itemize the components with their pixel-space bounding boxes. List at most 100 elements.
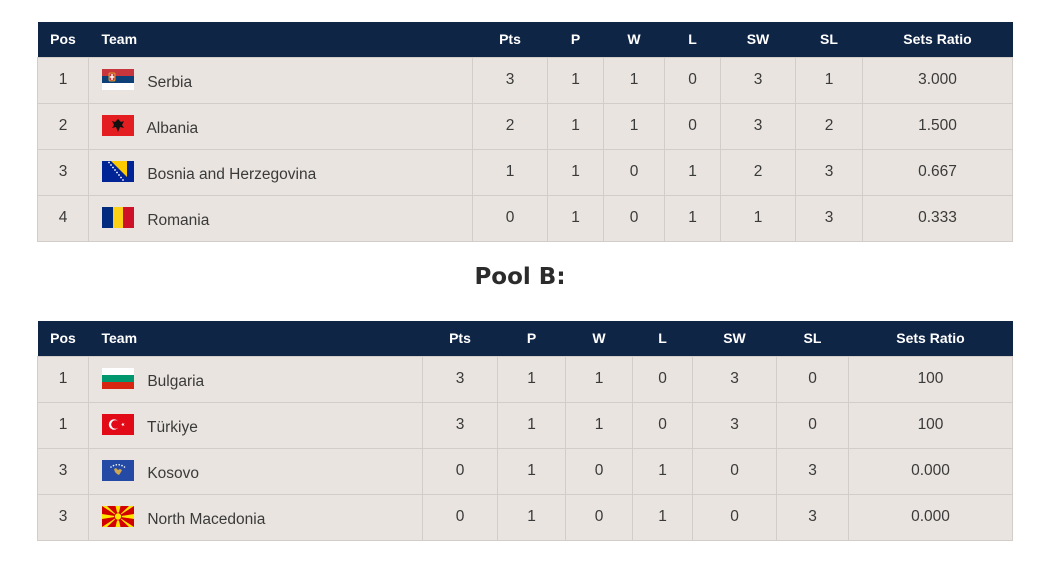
- pos-cell: 1: [37, 56, 89, 104]
- header-played: P: [526, 330, 537, 347]
- pool-a-standings-table: Pos Team Pts P W L SW SL Sets Ratio 1 Se…: [37, 22, 1013, 242]
- pos-cell: 3: [37, 148, 89, 196]
- team-cell: Bosnia and Herzegovina: [88, 148, 473, 196]
- header-sets-ratio: Sets Ratio: [896, 330, 965, 347]
- sets-won-cell: 3: [720, 102, 796, 150]
- sets-ratio-cell: 0.000: [848, 493, 1013, 541]
- lost-cell: 0: [664, 102, 721, 150]
- pool-b-standings-table: Pos Team Pts P W L SW SL Sets Ratio 1 Bu…: [37, 321, 1013, 541]
- pos-cell: 3: [37, 493, 89, 541]
- team-name: Romania: [147, 211, 210, 229]
- sets-ratio-cell: 100: [848, 355, 1013, 403]
- pos-cell: 1: [37, 401, 89, 449]
- won-cell: 0: [565, 493, 633, 541]
- table-row: 1 Türkiye 3 1 1 0 3 0 100: [37, 401, 1013, 449]
- played-cell: 1: [547, 102, 604, 150]
- lost-cell: 1: [632, 447, 693, 495]
- sets-ratio-cell: 3.000: [862, 56, 1013, 104]
- pos-cell: 4: [37, 194, 89, 242]
- sets-lost-cell: 2: [795, 102, 863, 150]
- bulgaria-flag-icon: [102, 367, 134, 389]
- header-sets-lost: SL: [820, 31, 838, 48]
- sets-won-cell: 1: [720, 194, 796, 242]
- team-name: Bulgaria: [147, 372, 205, 390]
- played-cell: 1: [547, 56, 604, 104]
- won-cell: 0: [565, 447, 633, 495]
- kosovo-flag-icon: [102, 459, 134, 481]
- table-header-row: Pos Team Pts P W L SW SL Sets Ratio: [37, 22, 1013, 57]
- played-cell: 1: [497, 355, 566, 403]
- serbia-flag-icon: [102, 68, 134, 90]
- pts-cell: 3: [422, 401, 498, 449]
- table-row: 1 Bulgaria 3 1 1 0 3 0 100: [37, 355, 1013, 403]
- table-row: 1 Serbia 3 1 1 0 3 1 3.000: [37, 56, 1013, 104]
- header-won: W: [627, 31, 641, 48]
- pts-cell: 3: [422, 355, 498, 403]
- sets-won-cell: 3: [692, 401, 777, 449]
- team-name: Türkiye: [147, 418, 198, 436]
- turkiye-flag-icon: [102, 413, 134, 435]
- sets-won-cell: 0: [692, 447, 777, 495]
- sets-ratio-cell: 0.667: [862, 148, 1013, 196]
- team-name: Kosovo: [147, 464, 200, 482]
- albania-flag-icon: [102, 114, 134, 136]
- team-cell: Romania: [88, 194, 473, 242]
- played-cell: 1: [547, 148, 604, 196]
- sets-won-cell: 3: [720, 56, 796, 104]
- header-sets-lost: SL: [803, 330, 822, 347]
- sets-won-cell: 2: [720, 148, 796, 196]
- header-won: W: [592, 330, 606, 347]
- header-team: Team: [101, 330, 138, 347]
- sets-won-cell: 0: [692, 493, 777, 541]
- sets-lost-cell: 1: [795, 56, 863, 104]
- team-cell: Bulgaria: [88, 355, 423, 403]
- lost-cell: 1: [632, 493, 693, 541]
- header-team: Team: [101, 31, 138, 48]
- played-cell: 1: [547, 194, 604, 242]
- team-cell: Türkiye: [88, 401, 423, 449]
- lost-cell: 1: [664, 194, 721, 242]
- pos-cell: 1: [37, 355, 89, 403]
- sets-lost-cell: 3: [795, 148, 863, 196]
- team-name: Serbia: [147, 73, 193, 91]
- header-sets-won: SW: [746, 31, 770, 48]
- lost-cell: 0: [664, 56, 721, 104]
- sets-ratio-cell: 100: [848, 401, 1013, 449]
- played-cell: 1: [497, 493, 566, 541]
- sets-ratio-cell: 0.000: [848, 447, 1013, 495]
- north-macedonia-flag-icon: [102, 505, 134, 527]
- team-cell: Albania: [88, 102, 473, 150]
- won-cell: 1: [603, 102, 665, 150]
- team-name: Albania: [146, 119, 199, 137]
- played-cell: 1: [497, 447, 566, 495]
- pts-cell: 1: [472, 148, 548, 196]
- table-row: 2 Albania 2 1 1 0 3 2 1.500: [37, 102, 1013, 150]
- table-row: 4 Romania 0 1 0 1 1 3 0.333: [37, 194, 1013, 242]
- header-pos: Pos: [50, 330, 76, 347]
- pos-cell: 3: [37, 447, 89, 495]
- team-name: North Macedonia: [147, 510, 266, 528]
- lost-cell: 0: [632, 355, 693, 403]
- table-row: 3 North Macedonia 0 1 0 1 0 3 0.000: [37, 493, 1013, 541]
- header-pos: Pos: [50, 31, 76, 48]
- sets-lost-cell: 0: [776, 401, 849, 449]
- table-row: 3 Bosnia and Herzegovina 1 1 0 1 2 3 0.6…: [37, 148, 1013, 196]
- team-name: Bosnia and Herzegovina: [147, 165, 317, 183]
- pos-cell: 2: [37, 102, 89, 150]
- pts-cell: 0: [422, 447, 498, 495]
- romania-flag-icon: [102, 206, 134, 228]
- header-pts: Pts: [449, 330, 471, 347]
- team-cell: North Macedonia: [88, 493, 423, 541]
- sets-lost-cell: 3: [795, 194, 863, 242]
- won-cell: 1: [603, 56, 665, 104]
- header-lost: L: [688, 31, 697, 48]
- sets-ratio-cell: 1.500: [862, 102, 1013, 150]
- played-cell: 1: [497, 401, 566, 449]
- header-sets-won: SW: [723, 330, 746, 347]
- header-pts: Pts: [499, 31, 521, 48]
- pts-cell: 2: [472, 102, 548, 150]
- won-cell: 0: [603, 148, 665, 196]
- team-cell: Kosovo: [88, 447, 423, 495]
- pts-cell: 3: [472, 56, 548, 104]
- team-cell: Serbia: [88, 56, 473, 104]
